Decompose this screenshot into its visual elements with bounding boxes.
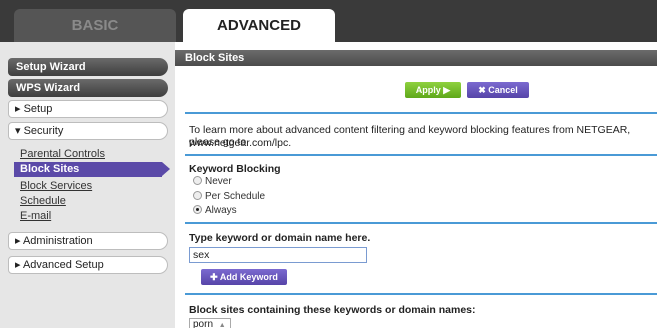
keyword-input[interactable]: sex: [189, 247, 367, 263]
divider: [185, 154, 657, 156]
radio-label: Never: [205, 176, 232, 187]
radio-button-selected[interactable]: [193, 205, 202, 214]
sidebar-item-parental-controls[interactable]: Parental Controls: [20, 148, 105, 160]
type-keyword-label: Type keyword or domain name here.: [189, 232, 371, 244]
apply-button[interactable]: Apply ▶: [405, 82, 461, 98]
sidebar-item-block-sites[interactable]: Block Sites: [14, 162, 170, 177]
tab-advanced[interactable]: ADVANCED: [183, 9, 335, 42]
block-list-heading: Block sites containing these keywords or…: [189, 304, 476, 316]
sidebar-administration[interactable]: ▸ Administration: [8, 232, 168, 250]
radio-label: Always: [205, 205, 237, 216]
sidebar-advanced-setup[interactable]: ▸ Advanced Setup: [8, 256, 168, 274]
sidebar-wps-wizard[interactable]: WPS Wizard: [8, 79, 168, 97]
sidebar: Setup Wizard WPS Wizard ▸ Setup ▾ Securi…: [0, 42, 175, 328]
radio-button[interactable]: [193, 191, 202, 200]
sidebar-setup[interactable]: ▸ Setup: [8, 100, 168, 118]
divider: [185, 293, 657, 295]
sidebar-item-block-services[interactable]: Block Services: [20, 180, 92, 192]
radio-per-schedule[interactable]: Per Schedule: [193, 191, 265, 202]
sidebar-item-schedule[interactable]: Schedule: [20, 195, 66, 207]
radio-never[interactable]: Never: [193, 176, 232, 187]
divider: [185, 222, 657, 224]
divider: [185, 112, 657, 114]
sidebar-security[interactable]: ▾ Security: [8, 122, 168, 140]
top-tab-bar: BASIC ADVANCED: [0, 0, 657, 42]
main-panel: Block Sites Apply ▶ ✖ Cancel To learn mo…: [175, 42, 657, 328]
add-keyword-button[interactable]: ✚ Add Keyword: [201, 269, 287, 285]
radio-button[interactable]: [193, 176, 202, 185]
cancel-button[interactable]: ✖ Cancel: [467, 82, 529, 98]
radio-label: Per Schedule: [205, 191, 266, 202]
page-title: Block Sites: [175, 50, 657, 66]
keyword-blocking-heading: Keyword Blocking: [189, 163, 281, 175]
tab-basic[interactable]: BASIC: [14, 9, 176, 42]
blocked-keywords-list[interactable]: porn ▲: [189, 318, 231, 328]
radio-always[interactable]: Always: [193, 205, 237, 216]
sidebar-item-email[interactable]: E-mail: [20, 210, 51, 222]
scroll-up-icon[interactable]: ▲: [219, 322, 226, 328]
sidebar-setup-wizard[interactable]: Setup Wizard: [8, 58, 168, 76]
list-item[interactable]: porn: [193, 319, 213, 328]
info-text-line2: www.netgear.com/lpc.: [189, 137, 292, 149]
